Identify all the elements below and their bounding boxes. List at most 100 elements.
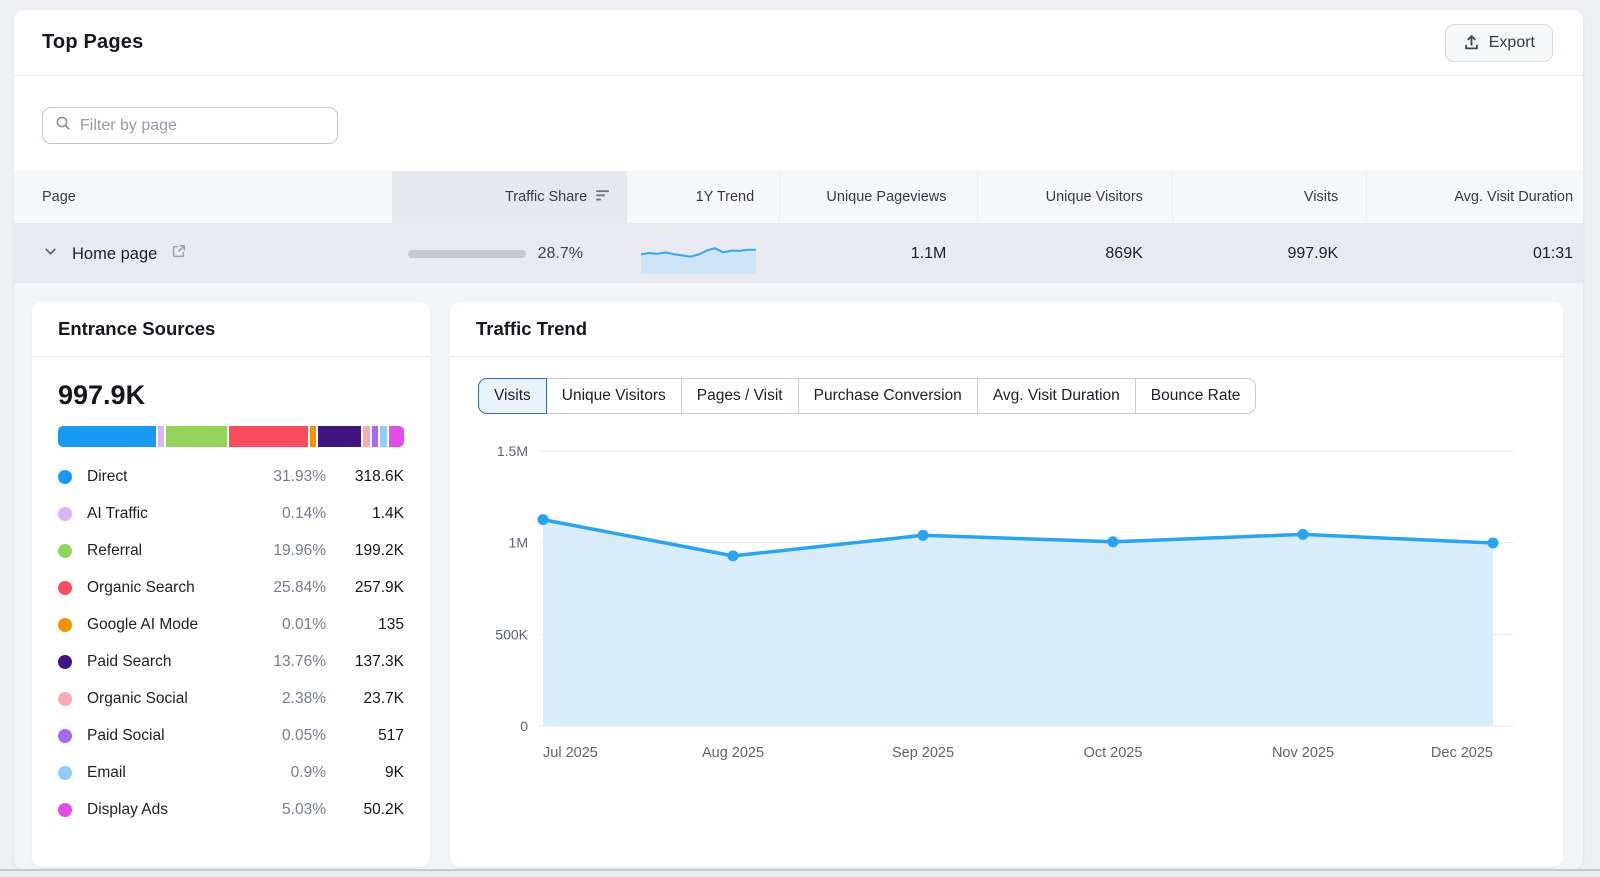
legend-color-dot <box>58 470 72 484</box>
table-row[interactable]: Home page 28.7% 1.1M 869K 997.9K <box>14 223 1583 285</box>
legend-label: Direct <box>87 468 254 486</box>
bar-segment-referral <box>166 426 227 447</box>
svg-text:1.5M: 1.5M <box>497 443 528 459</box>
legend-label: Display Ads <box>87 801 254 819</box>
export-upload-icon <box>1463 34 1480 51</box>
filter-input[interactable] <box>80 117 325 135</box>
page-title: Top Pages <box>42 31 143 54</box>
export-label: Export <box>1489 34 1535 52</box>
column-header-traffic-share[interactable]: Traffic Share <box>392 171 627 223</box>
legend-percent: 0.9% <box>254 764 326 782</box>
sort-descending-icon <box>596 189 611 206</box>
traffic-trend-card: Traffic Trend VisitsUnique VisitorsPages… <box>450 302 1563 867</box>
legend-label: AI Traffic <box>87 505 254 523</box>
legend-item-paid-social[interactable]: Paid Social0.05%517 <box>58 717 404 754</box>
row-expand-toggle[interactable]: Home page <box>42 243 187 265</box>
legend-color-dot <box>58 581 72 595</box>
traffic-trend-title: Traffic Trend <box>476 318 587 340</box>
legend-label: Organic Social <box>87 690 254 708</box>
metric-tabs: VisitsUnique VisitorsPages / VisitPurcha… <box>478 378 1256 414</box>
legend-percent: 0.14% <box>254 505 326 523</box>
svg-text:Jul 2025: Jul 2025 <box>543 745 598 761</box>
tab-unique-visitors[interactable]: Unique Visitors <box>546 378 682 414</box>
legend-color-dot <box>58 729 72 743</box>
column-header-unique-visitors[interactable]: Unique Visitors <box>977 171 1172 223</box>
legend-value: 23.7K <box>326 690 404 708</box>
traffic-trend-chart: 0500K1M1.5MJul 2025Aug 2025Sep 2025Oct 2… <box>450 420 1563 772</box>
legend-value: 50.2K <box>326 801 404 819</box>
svg-text:Sep 2025: Sep 2025 <box>892 745 954 761</box>
bar-segment-organic-social <box>363 426 370 447</box>
legend-value: 257.9K <box>326 579 404 597</box>
legend-item-email[interactable]: Email0.9%9K <box>58 754 404 791</box>
svg-text:Dec 2025: Dec 2025 <box>1431 745 1493 761</box>
svg-text:Oct 2025: Oct 2025 <box>1084 745 1143 761</box>
export-button[interactable]: Export <box>1445 24 1553 62</box>
legend-label: Organic Search <box>87 579 254 597</box>
legend-percent: 19.96% <box>254 542 326 560</box>
legend-value: 9K <box>326 764 404 782</box>
svg-text:Aug 2025: Aug 2025 <box>702 745 764 761</box>
legend-value: 1.4K <box>326 505 404 523</box>
column-header-visits[interactable]: Visits <box>1172 171 1366 223</box>
legend-item-google-ai-mode[interactable]: Google AI Mode0.01%135 <box>58 606 404 643</box>
legend-item-display-ads[interactable]: Display Ads5.03%50.2K <box>58 791 404 828</box>
svg-text:1M: 1M <box>509 535 528 551</box>
top-pages-table: Page Traffic Share 1Y Trend Unique Pagev… <box>14 171 1583 285</box>
legend-color-dot <box>58 507 72 521</box>
legend-label: Google AI Mode <box>87 616 254 634</box>
chevron-down-icon[interactable] <box>42 243 59 265</box>
row-detail-area: Entrance Sources 997.9K Direct31.93%318.… <box>14 283 1583 869</box>
tab-purchase-conversion[interactable]: Purchase Conversion <box>798 378 978 414</box>
legend-value: 135 <box>326 616 404 634</box>
legend-color-dot <box>58 766 72 780</box>
svg-text:500K: 500K <box>495 626 528 642</box>
unique-visitors-value: 869K <box>976 223 1171 285</box>
legend-color-dot <box>58 692 72 706</box>
legend-item-ai-traffic[interactable]: AI Traffic0.14%1.4K <box>58 495 404 532</box>
top-pages-panel: Top Pages Export Page Traffic Share <box>14 10 1583 869</box>
legend-item-direct[interactable]: Direct31.93%318.6K <box>58 458 404 495</box>
entrance-sources-total: 997.9K <box>58 380 404 411</box>
legend-item-paid-search[interactable]: Paid Search13.76%137.3K <box>58 643 404 680</box>
svg-text:Nov 2025: Nov 2025 <box>1272 745 1334 761</box>
search-icon <box>55 115 71 136</box>
trend-sparkline <box>641 234 756 274</box>
bar-segment-direct <box>58 426 156 447</box>
entrance-sources-title: Entrance Sources <box>58 318 215 340</box>
legend-item-organic-social[interactable]: Organic Social2.38%23.7K <box>58 680 404 717</box>
legend-percent: 25.84% <box>254 579 326 597</box>
bar-segment-paid-social <box>372 426 378 447</box>
page-name: Home page <box>72 245 157 264</box>
legend-percent: 2.38% <box>254 690 326 708</box>
bar-segment-display-ads <box>389 426 404 447</box>
tab-bounce-rate[interactable]: Bounce Rate <box>1135 378 1257 414</box>
tab-pages-visit[interactable]: Pages / Visit <box>681 378 799 414</box>
filter-field[interactable] <box>42 107 338 144</box>
bar-segment-paid-search <box>318 426 360 447</box>
bar-segment-google-ai-mode <box>310 426 316 447</box>
column-header-page[interactable]: Page <box>14 171 392 223</box>
column-header-avg-visit-duration[interactable]: Avg. Visit Duration <box>1366 171 1583 223</box>
legend-percent: 0.01% <box>254 616 326 634</box>
tab-visits[interactable]: Visits <box>478 378 547 414</box>
legend-item-organic-search[interactable]: Organic Search25.84%257.9K <box>58 569 404 606</box>
entrance-sources-bar <box>58 426 404 447</box>
legend-value: 318.6K <box>326 468 404 486</box>
column-header-unique-pageviews[interactable]: Unique Pageviews <box>779 171 976 223</box>
traffic-share-bar <box>408 250 526 258</box>
legend-label: Email <box>87 764 254 782</box>
legend-percent: 0.05% <box>254 727 326 745</box>
bar-segment-email <box>380 426 386 447</box>
page-below-strip <box>0 871 1600 877</box>
legend-percent: 5.03% <box>254 801 326 819</box>
traffic-share-value: 28.7% <box>538 245 583 263</box>
column-header-1y-trend[interactable]: 1Y Trend <box>627 171 779 223</box>
legend-value: 199.2K <box>326 542 404 560</box>
legend-color-dot <box>58 544 72 558</box>
table-header-row: Page Traffic Share 1Y Trend Unique Pagev… <box>14 171 1583 223</box>
legend-value: 137.3K <box>326 653 404 671</box>
tab-avg-visit-duration[interactable]: Avg. Visit Duration <box>977 378 1136 414</box>
legend-item-referral[interactable]: Referral19.96%199.2K <box>58 532 404 569</box>
external-link-icon[interactable] <box>170 243 187 265</box>
